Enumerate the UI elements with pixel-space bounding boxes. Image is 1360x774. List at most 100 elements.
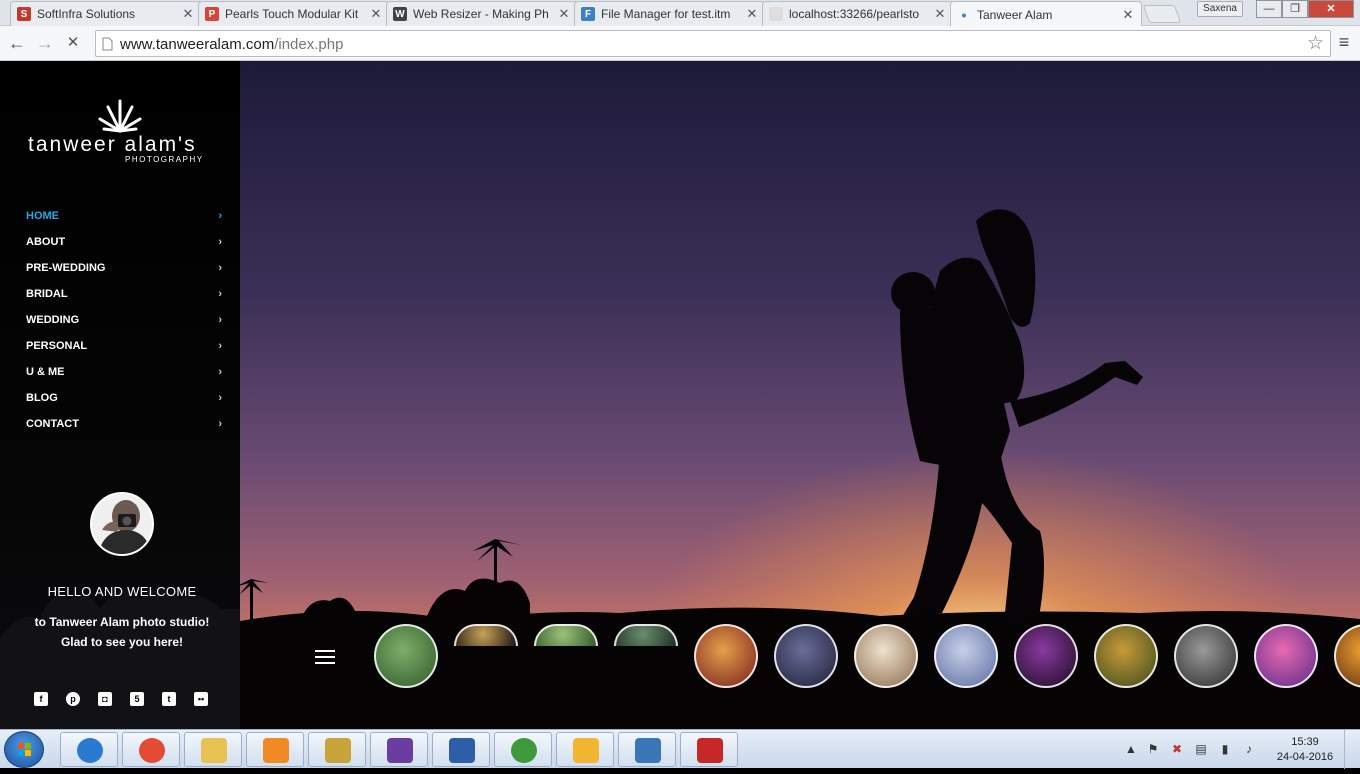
tab-close-icon[interactable]: ✕	[557, 6, 571, 22]
browser-tab[interactable]: S SoftInfra Solutions ✕	[10, 1, 202, 26]
chrome-icon	[139, 738, 165, 763]
facebook-icon[interactable]: f	[34, 692, 48, 706]
nav-item-personal[interactable]: PERSONAL ›	[26, 337, 222, 363]
gallery-menu-icon[interactable]	[315, 650, 335, 666]
nav-item-label: BLOG	[26, 392, 58, 404]
chevron-right-icon: ›	[218, 314, 222, 326]
nav-item-wedding[interactable]: WEDDING ›	[26, 311, 222, 337]
page-icon	[102, 37, 113, 51]
tools-icon	[325, 738, 351, 763]
taskbar-photo-viewer[interactable]	[618, 732, 676, 767]
site-logo[interactable]: tanweer alam's PHOTOGRAPHY	[28, 95, 214, 165]
taskbar-file-explorer[interactable]	[184, 732, 242, 767]
network-icon[interactable]: ▮	[1218, 742, 1232, 756]
taskbar-visual-studio[interactable]	[370, 732, 428, 767]
gallery-thumbnail[interactable]	[454, 624, 518, 646]
chrome-menu-icon[interactable]: ≡	[1335, 32, 1353, 54]
security-icon[interactable]: ✖	[1170, 742, 1184, 756]
tab-close-icon[interactable]: ✕	[933, 6, 947, 22]
gallery-thumbnail[interactable]	[694, 624, 758, 688]
clock[interactable]: 15:39 24-04-2016	[1272, 735, 1338, 765]
chevron-right-icon: ›	[218, 288, 222, 300]
gallery-thumbnail[interactable]	[774, 624, 838, 688]
taskbar-tools[interactable]	[308, 732, 366, 767]
instagram-icon[interactable]: ◘	[98, 692, 112, 706]
browser-tab[interactable]: P Pearls Touch Modular Kit ✕	[198, 1, 390, 26]
nav-item-home[interactable]: HOME ›	[26, 207, 222, 233]
pinterest-icon[interactable]: p	[66, 692, 80, 706]
nav-item-about[interactable]: ABOUT ›	[26, 233, 222, 259]
twitter-icon[interactable]: t	[162, 692, 176, 706]
browser-tab[interactable]: localhost:33266/pearlsto ✕	[762, 1, 954, 26]
taskbar-media-center[interactable]	[432, 732, 490, 767]
nav-item-contact[interactable]: CONTACT ›	[26, 415, 222, 441]
browser-tab[interactable]: F File Manager for test.itm ✕	[574, 1, 766, 26]
browser-tab[interactable]: W Web Resizer - Making Ph ✕	[386, 1, 578, 26]
sidebar: tanweer alam's PHOTOGRAPHY HOME › ABOUT › PR…	[0, 61, 240, 729]
url-host: www.tanweeralam.com	[120, 36, 275, 53]
new-tab-button[interactable]	[1142, 5, 1182, 23]
action-center-icon[interactable]: ⚑	[1146, 742, 1160, 756]
gallery-thumbnail[interactable]	[1334, 624, 1360, 688]
visual-studio-icon	[387, 738, 413, 763]
nav-item-u-me[interactable]: U & ME ›	[26, 363, 222, 389]
flickr-icon[interactable]: ••	[194, 692, 208, 706]
gallery-thumbnail[interactable]	[534, 624, 598, 646]
tab-title: localhost:33266/pearlsto	[789, 7, 920, 21]
chevron-right-icon: ›	[218, 236, 222, 248]
photographer-portrait	[92, 494, 152, 554]
chevron-right-icon: ›	[218, 366, 222, 378]
tab-favicon-icon: S	[17, 7, 31, 21]
gallery-thumbnail[interactable]	[374, 624, 438, 688]
gallery-thumbnail[interactable]	[854, 624, 918, 688]
taskbar-internet-explorer[interactable]	[60, 732, 118, 767]
device-icon[interactable]: ▤	[1194, 742, 1208, 756]
system-tray: ▲ ⚑ ✖ ▤ ▮ ♪	[1120, 730, 1270, 769]
show-desktop-button[interactable]	[1344, 730, 1360, 769]
gallery-thumbnail[interactable]	[1094, 624, 1158, 688]
gallery-thumbnail[interactable]	[614, 624, 678, 646]
tray-expand-icon[interactable]: ▲	[1124, 742, 1138, 756]
nav-item-blog[interactable]: BLOG ›	[26, 389, 222, 415]
profile-button[interactable]: Saxena	[1197, 1, 1243, 17]
nav-item-label: BRIDAL	[26, 288, 68, 300]
address-bar[interactable]: www.tanweeralam.com/index.php ☆	[95, 30, 1331, 57]
window-close-button[interactable]: ✕	[1308, 0, 1354, 18]
minimize-button[interactable]: —	[1256, 0, 1282, 18]
outlook-icon	[573, 738, 599, 763]
maximize-button[interactable]: ❐	[1282, 0, 1308, 18]
gallery-thumbnail[interactable]	[1254, 624, 1318, 688]
social-links: f p ◘ 5 t ••	[34, 692, 226, 706]
taskbar-chrome[interactable]	[122, 732, 180, 767]
nav-item-bridal[interactable]: BRIDAL ›	[26, 285, 222, 311]
volume-icon[interactable]: ♪	[1242, 742, 1256, 756]
forward-button[interactable]: →	[34, 32, 56, 54]
taskbar-media-player[interactable]	[246, 732, 304, 767]
acrobat-icon	[697, 738, 723, 763]
tab-title: SoftInfra Solutions	[37, 7, 136, 21]
gallery-thumbnail[interactable]	[1014, 624, 1078, 688]
browser-tab[interactable]: • Tanweer Alam ✕	[950, 1, 1142, 27]
tab-close-icon[interactable]: ✕	[369, 6, 383, 22]
logo-subtitle: PHOTOGRAPHY	[125, 155, 204, 164]
back-button[interactable]: ←	[6, 32, 28, 54]
stop-loading-button[interactable]: ✕	[62, 32, 84, 54]
gallery-thumbnail[interactable]	[1174, 624, 1238, 688]
start-button[interactable]	[4, 731, 44, 768]
500px-icon[interactable]: 5	[130, 692, 144, 706]
bookmark-star-icon[interactable]: ☆	[1307, 32, 1324, 55]
tab-close-icon[interactable]: ✕	[745, 6, 759, 22]
nav-item-pre-wedding[interactable]: PRE-WEDDING ›	[26, 259, 222, 285]
gallery-thumbnail[interactable]	[934, 624, 998, 688]
main-navigation: HOME › ABOUT › PRE-WEDDING › BRIDAL › WEDDING › PE…	[26, 207, 222, 441]
internet-explorer-icon	[77, 738, 103, 763]
clock-time: 15:39	[1291, 736, 1319, 748]
tab-close-icon[interactable]: ✕	[1121, 7, 1135, 23]
tab-close-icon[interactable]: ✕	[181, 6, 195, 22]
tab-favicon-icon: F	[581, 7, 595, 21]
taskbar-acrobat[interactable]	[680, 732, 738, 767]
nav-item-label: CONTACT	[26, 418, 79, 430]
taskbar-utorrent[interactable]	[494, 732, 552, 767]
taskbar-outlook[interactable]	[556, 732, 614, 767]
browser-tabstrip: S SoftInfra Solutions ✕ P Pearls Touch Modul…	[0, 0, 1360, 27]
